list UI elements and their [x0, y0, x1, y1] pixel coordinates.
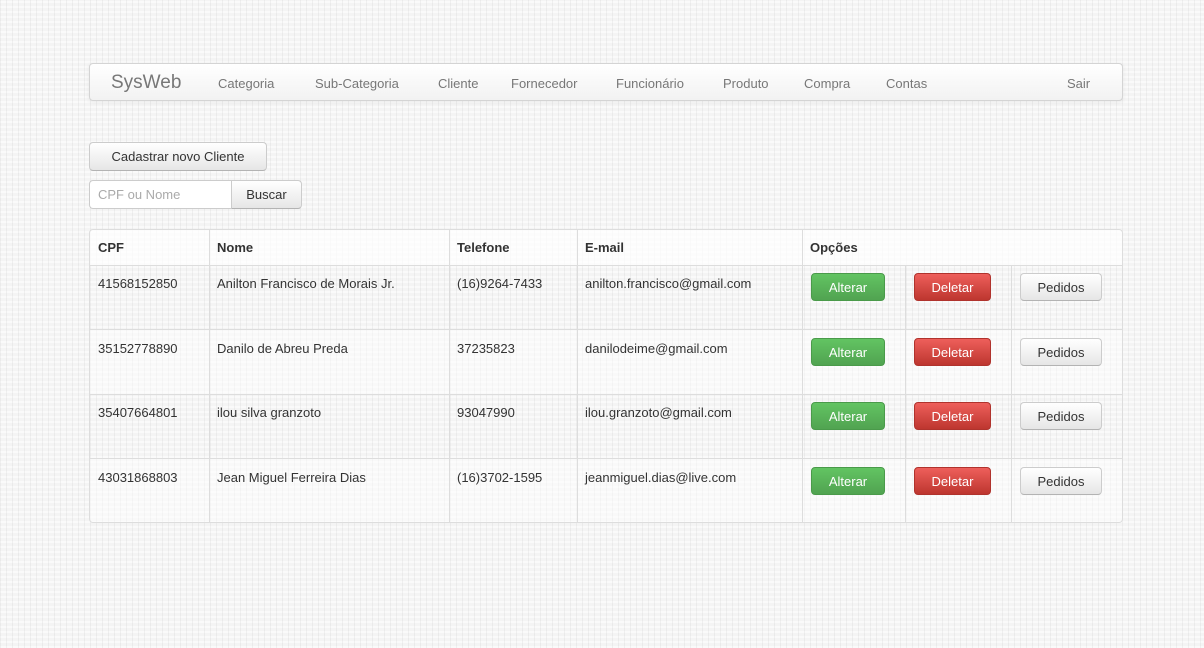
column-divider — [802, 230, 803, 522]
header-cpf: CPF — [98, 240, 124, 255]
edit-button[interactable]: Alterar — [811, 338, 885, 366]
new-client-button[interactable]: Cadastrar novo Cliente — [89, 142, 267, 171]
cell-nome: Jean Miguel Ferreira Dias — [217, 470, 366, 485]
logout-link[interactable]: Sair — [1067, 76, 1090, 91]
top-navbar: SysWeb Categoria Sub-Categoria Cliente F… — [89, 63, 1123, 101]
nav-item-fornecedor[interactable]: Fornecedor — [511, 76, 577, 91]
header-email: E-mail — [585, 240, 625, 255]
row-divider — [90, 394, 1122, 395]
cell-telefone: (16)9264-7433 — [457, 276, 543, 291]
cell-nome: Anilton Francisco de Morais Jr. — [217, 276, 395, 291]
delete-button[interactable]: Deletar — [914, 402, 991, 430]
nav-item-compra[interactable]: Compra — [804, 76, 850, 91]
header-telefone: Telefone — [457, 240, 510, 255]
edit-button[interactable]: Alterar — [811, 402, 885, 430]
edit-button[interactable]: Alterar — [811, 273, 885, 301]
cell-nome: Danilo de Abreu Preda — [217, 341, 348, 356]
cell-telefone: (16)3702-1595 — [457, 470, 543, 485]
orders-button[interactable]: Pedidos — [1020, 273, 1102, 301]
row-divider — [90, 265, 1122, 266]
header-nome: Nome — [217, 240, 254, 255]
column-divider — [1011, 265, 1012, 522]
delete-button[interactable]: Deletar — [914, 338, 991, 366]
cell-cpf: 43031868803 — [98, 470, 178, 485]
cell-telefone: 37235823 — [457, 341, 515, 356]
cell-cpf: 35152778890 — [98, 341, 178, 356]
orders-button[interactable]: Pedidos — [1020, 467, 1102, 495]
cell-nome: ilou silva granzoto — [217, 405, 322, 420]
row-divider — [90, 329, 1122, 330]
cell-cpf: 41568152850 — [98, 276, 178, 291]
edit-button[interactable]: Alterar — [811, 467, 885, 495]
cell-cpf: 35407664801 — [98, 405, 178, 420]
cell-email: danilodeime@gmail.com — [585, 341, 728, 356]
cell-telefone: 93047990 — [457, 405, 515, 420]
row-divider — [90, 458, 1122, 459]
nav-item-funcionario[interactable]: Funcionário — [616, 76, 684, 91]
delete-button[interactable]: Deletar — [914, 467, 991, 495]
nav-item-sub-categoria[interactable]: Sub-Categoria — [315, 76, 399, 91]
search-input[interactable] — [89, 180, 231, 209]
nav-item-cliente[interactable]: Cliente — [438, 76, 478, 91]
column-divider — [905, 265, 906, 522]
brand-link[interactable]: SysWeb — [111, 72, 181, 94]
nav-item-produto[interactable]: Produto — [723, 76, 769, 91]
nav-item-categoria[interactable]: Categoria — [218, 76, 274, 91]
search-button[interactable]: Buscar — [231, 180, 302, 209]
orders-button[interactable]: Pedidos — [1020, 338, 1102, 366]
header-opcoes: Opções — [810, 240, 858, 255]
cell-email: anilton.francisco@gmail.com — [585, 276, 752, 291]
cell-email: jeanmiguel.dias@live.com — [585, 470, 737, 485]
clients-table: CPF Nome Telefone E-mail Opções 41568152… — [89, 229, 1123, 523]
cell-email: ilou.granzoto@gmail.com — [585, 405, 732, 420]
nav-item-contas[interactable]: Contas — [886, 76, 927, 91]
orders-button[interactable]: Pedidos — [1020, 402, 1102, 430]
delete-button[interactable]: Deletar — [914, 273, 991, 301]
